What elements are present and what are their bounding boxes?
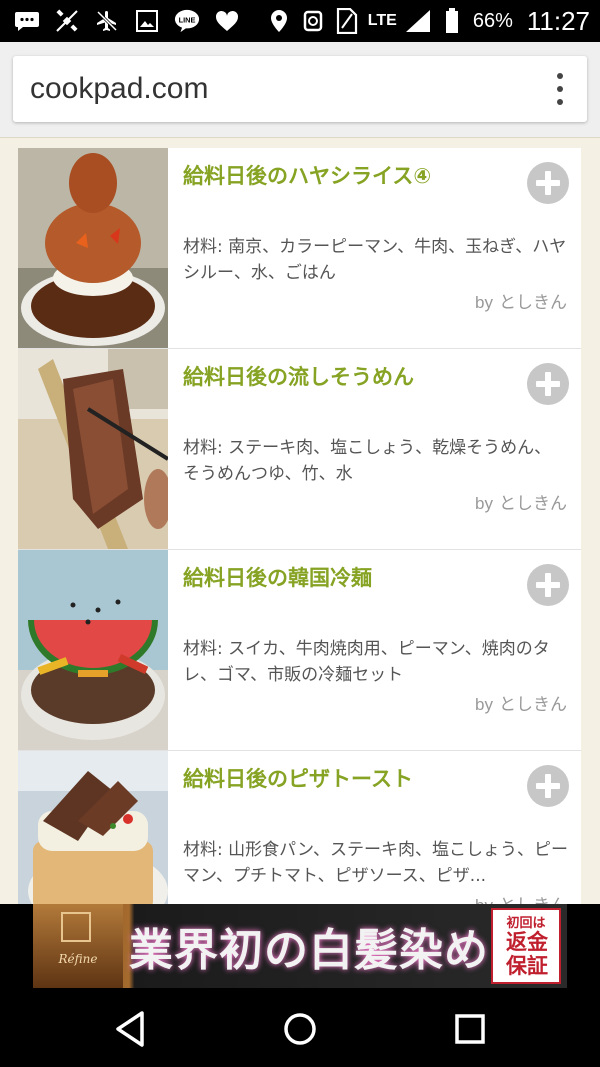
recipe-thumbnail[interactable] [18,148,168,348]
address-bar[interactable]: cookpad.com [13,56,587,122]
alarm-icon [300,8,326,34]
ad-brand: Réfine [58,952,98,966]
recipe-card[interactable]: 給料日後の韓国冷麺 材料: スイカ、牛肉焼肉用、ピーマン、焼肉のタレ、ゴマ、市販… [18,550,581,751]
recipe-author[interactable]: by としきん [475,690,567,715]
recipe-list: 給料日後のハヤシライス④ 材料: 南京、カラーピーマン、牛肉、玉ねぎ、ハヤシルー… [18,148,581,904]
recipe-thumbnail[interactable] [18,550,168,750]
ad-badge: 初回は 返金保証 [491,908,561,984]
by-label: by [475,695,493,714]
author-name[interactable]: としきん [499,695,567,715]
back-icon[interactable] [108,1007,152,1051]
line-icon: LINE [174,8,200,34]
ad-area: Réfine 業界初の白髪染め 初回は 返金保証 [0,904,600,992]
recipe-list-area: 給料日後のハヤシライス④ 材料: 南京、カラーピーマン、牛肉、玉ねぎ、ハヤシルー… [0,137,600,904]
add-icon[interactable] [527,765,569,807]
battery-percent: 66% [472,9,513,32]
navigation-bar [0,992,600,1067]
battery-icon [439,8,465,34]
sim-icon [334,8,360,34]
airplane-off-icon [94,8,120,34]
by-label: by [475,293,493,312]
recipe-author[interactable]: by としきん [475,891,567,904]
svg-text:LINE: LINE [179,15,196,24]
ad-logo-mark-icon [61,912,91,942]
by-label: by [475,896,493,904]
browser-toolbar: cookpad.com [0,42,600,137]
recipe-ingredients: 材料: スイカ、牛肉焼肉用、ピーマン、焼肉のタレ、ゴマ、市販の冷麺セット [183,639,550,685]
recipe-thumbnail[interactable] [18,349,168,549]
notification-icons: LINE [14,8,240,34]
home-icon[interactable] [278,1007,322,1051]
ad-banner[interactable]: Réfine 業界初の白髪染め 初回は 返金保証 [33,904,567,988]
clock: 11:27 [526,5,590,36]
overflow-menu-icon[interactable] [555,73,565,105]
author-name[interactable]: としきん [499,494,567,514]
satellite-icon [54,8,80,34]
heart-icon [214,8,240,34]
system-icons: LTE 66% 11:27 [266,6,590,36]
recents-icon[interactable] [448,1007,492,1051]
ad-badge-big: 返金保証 [506,930,548,978]
url-text[interactable]: cookpad.com [30,72,208,106]
recipe-author[interactable]: by としきん [475,489,567,514]
recipe-ingredients: 材料: ステーキ肉、塩こしょう、乾燥そうめん、そうめんつゆ、竹、水 [183,438,552,484]
add-icon[interactable] [527,564,569,606]
network-type: LTE [367,12,397,29]
image-icon [134,8,160,34]
author-name[interactable]: としきん [499,293,567,313]
recipe-title[interactable]: 給料日後の韓国冷麺 [183,562,372,592]
add-icon[interactable] [527,162,569,204]
ad-headline: 業界初の白髪染め [129,925,489,976]
add-icon[interactable] [527,363,569,405]
recipe-title[interactable]: 給料日後のピザトースト [183,763,413,793]
recipe-card[interactable]: 給料日後のハヤシライス④ 材料: 南京、カラーピーマン、牛肉、玉ねぎ、ハヤシルー… [18,148,581,349]
location-icon [266,8,292,34]
recipe-card[interactable]: 給料日後のピザトースト 材料: 山形食パン、ステーキ肉、塩こしょう、ピーマン、プ… [18,751,581,904]
recipe-title[interactable]: 給料日後の流しそうめん [183,361,414,391]
recipe-author[interactable]: by としきん [475,288,567,313]
message-icon [14,8,40,34]
screen: LINE LTE 66% 11:27 cookpad.com 給料日後のハヤシラ… [0,0,600,1067]
ad-logo: Réfine [33,904,123,988]
by-label: by [475,494,493,513]
recipe-ingredients: 材料: 山形食パン、ステーキ肉、塩こしょう、ピーマン、プチトマト、ピザソース、ピ… [183,840,568,886]
recipe-ingredients: 材料: 南京、カラーピーマン、牛肉、玉ねぎ、ハヤシルー、水、ごはん [183,237,567,283]
signal-icon [405,8,431,34]
ad-badge-small: 初回は [506,916,546,931]
recipe-title[interactable]: 給料日後のハヤシライス④ [183,160,431,190]
author-name[interactable]: としきん [499,896,567,904]
recipe-thumbnail[interactable] [18,751,168,904]
status-bar: LINE LTE 66% 11:27 [0,0,600,42]
recipe-card[interactable]: 給料日後の流しそうめん 材料: ステーキ肉、塩こしょう、乾燥そうめん、そうめんつ… [18,349,581,550]
